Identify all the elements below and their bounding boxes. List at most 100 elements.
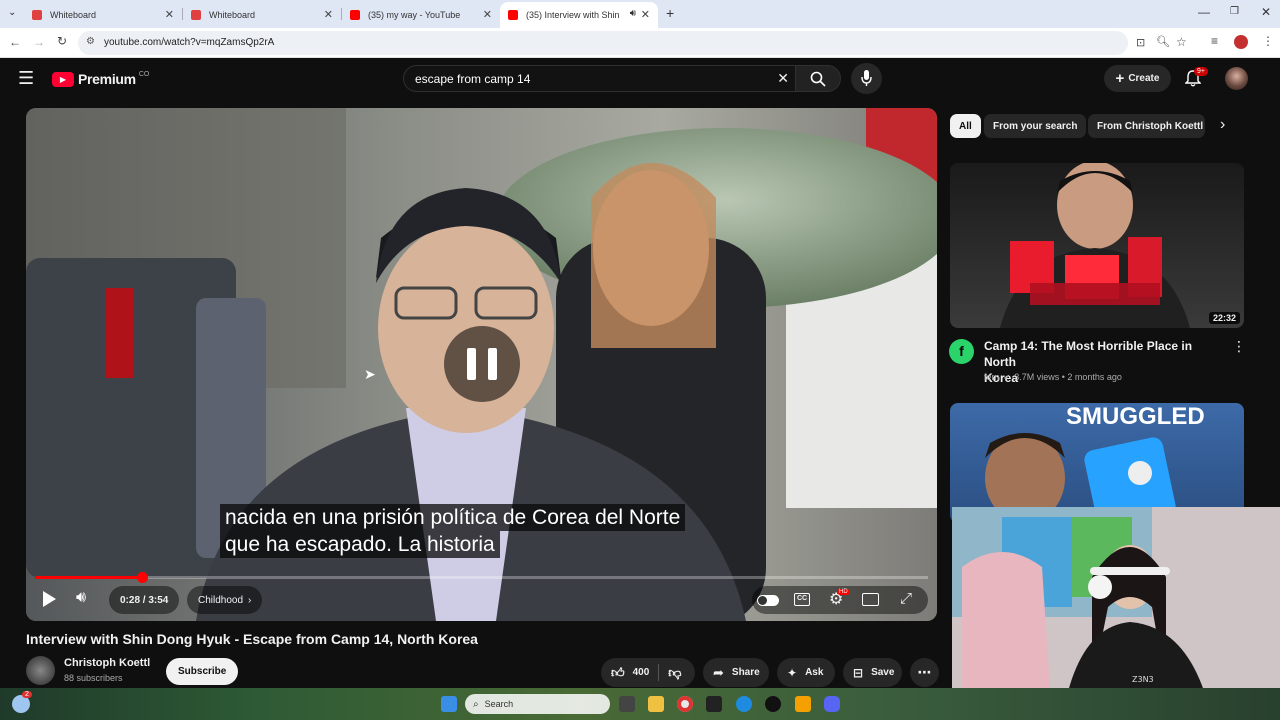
pause-overlay-button[interactable] <box>444 326 520 402</box>
account-avatar[interactable] <box>1225 67 1248 90</box>
dislike-icon[interactable]: 👎︎ <box>668 665 681 681</box>
app-icon-2[interactable] <box>795 696 811 712</box>
channel-avatar[interactable] <box>26 656 55 685</box>
fullscreen-icon[interactable]: ⤢ <box>900 590 912 607</box>
recommended-thumbnail[interactable]: 22:32 <box>950 163 1244 328</box>
duration-badge: 22:32 <box>1208 312 1240 324</box>
file-explorer-icon[interactable] <box>648 696 664 712</box>
chevron-right-icon: › <box>248 594 252 606</box>
youtube-premium-logo[interactable]: ▶ Premium CO <box>52 71 149 87</box>
notification-badge: 9+ <box>1194 67 1208 76</box>
save-label: Save <box>871 667 895 678</box>
thumbnail-image <box>985 433 1176 523</box>
taskbar-search[interactable]: ⌕ Search <box>465 694 610 714</box>
volume-icon[interactable]: 🔊︎ <box>76 589 86 607</box>
reload-icon[interactable]: ↻ <box>57 34 67 48</box>
obs-icon[interactable] <box>765 696 781 712</box>
subtitles-cc-icon[interactable]: CC <box>794 593 810 606</box>
taskbar-search-placeholder: Search <box>484 699 514 709</box>
restore-icon[interactable]: ❐ <box>1230 6 1239 17</box>
captions: nacida en una prisión política de Corea … <box>220 504 686 558</box>
save-button[interactable]: ⊟ Save <box>843 658 902 687</box>
app-icon[interactable] <box>706 696 722 712</box>
whiteboard-icon <box>191 10 201 20</box>
zoom-icon[interactable]: 🔍︎ <box>1156 35 1170 48</box>
forward-icon[interactable]: → <box>33 35 45 49</box>
voice-search-button[interactable] <box>851 63 882 94</box>
task-view-icon[interactable] <box>619 696 635 712</box>
subscriber-count: 88 subscribers <box>64 673 123 683</box>
edge-icon[interactable] <box>736 696 752 712</box>
chip-all[interactable]: All <box>950 114 981 138</box>
chips-next-icon[interactable]: › <box>1220 116 1225 134</box>
like-dislike-segment: 👍︎ 400 👎︎ <box>601 658 695 687</box>
back-icon[interactable]: ← <box>9 35 21 49</box>
url-text[interactable]: youtube.com/watch?v=mqZamsQp2rA <box>104 37 274 48</box>
tab-interview-youtube[interactable]: (35) Interview with Shin Do 🔊︎ ✕ <box>500 2 658 28</box>
microphone-icon <box>861 70 872 86</box>
chapter-button[interactable]: Childhood › <box>187 586 263 614</box>
hamburger-menu-icon[interactable]: ☰ <box>18 68 34 89</box>
svg-text:Z3N3: Z3N3 <box>1132 675 1154 684</box>
share-label: Share <box>731 667 760 678</box>
tab-my-way-youtube[interactable]: (35) my way - YouTube ✕ <box>342 2 500 28</box>
chrome-icon[interactable] <box>677 696 693 712</box>
address-bar[interactable]: ⚙ youtube.com/watch?v=mqZamsQp2rA ⊡ 🔍︎ ☆ <box>78 31 1187 55</box>
tab-list-chevron-icon[interactable]: ⌄ <box>8 7 16 18</box>
tab-close-icon[interactable]: ✕ <box>324 8 333 21</box>
pause-icon <box>467 348 476 380</box>
browser-menu-icon[interactable]: ⋮ <box>1262 34 1274 48</box>
tab-close-icon[interactable]: ✕ <box>165 8 174 21</box>
tab-close-icon[interactable]: ✕ <box>641 8 650 21</box>
tab-whiteboard-1[interactable]: Whiteboard ✕ <box>24 2 182 28</box>
tab-title: Whiteboard <box>50 10 97 20</box>
sparkle-icon: ✦ <box>787 665 798 680</box>
clear-search-icon[interactable]: ✕ <box>777 70 789 87</box>
like-icon[interactable]: 👍︎ <box>611 665 625 681</box>
youtube-icon <box>508 10 518 20</box>
save-playlist-icon: ⊟ <box>853 665 864 680</box>
channel-name[interactable]: Christoph Koettl <box>64 657 150 669</box>
speaker-icon[interactable]: 🔊︎ <box>630 8 636 19</box>
subscribe-button[interactable]: Subscribe <box>166 658 239 685</box>
autoplay-toggle[interactable] <box>757 595 779 606</box>
search-button[interactable] <box>795 65 841 92</box>
theater-mode-icon[interactable] <box>862 593 879 606</box>
recommended-meta: fern ✔ 3.7M views • 2 months ago <box>984 372 1122 382</box>
create-label: Create <box>1128 73 1160 84</box>
tab-close-icon[interactable]: ✕ <box>483 8 492 21</box>
search-query[interactable]: escape from camp 14 <box>415 72 530 86</box>
profile-avatar[interactable] <box>1234 35 1248 49</box>
share-button[interactable]: ➦ Share <box>703 658 769 687</box>
chapter-title: Childhood <box>198 594 244 606</box>
discord-icon[interactable] <box>824 696 840 712</box>
bookmark-star-icon[interactable]: ☆ <box>1176 35 1187 49</box>
notifications-button[interactable]: 9+ <box>1184 67 1208 92</box>
new-tab-icon[interactable]: + <box>666 5 674 21</box>
site-info-icon[interactable]: ⚙ <box>86 36 95 47</box>
progress-bar[interactable] <box>35 572 928 583</box>
window-close-icon[interactable]: ✕ <box>1261 5 1271 19</box>
recommended-menu-icon[interactable]: ⋮ <box>1232 338 1246 355</box>
more-actions-icon[interactable]: ⋯ <box>910 658 939 687</box>
windows-taskbar: 2 ⌕ Search <box>0 688 1280 720</box>
ask-label: Ask <box>805 667 824 678</box>
recommended-thumbnail[interactable]: SMUGGLED <box>950 403 1244 523</box>
media-control-icon[interactable]: ≡ <box>1211 34 1218 48</box>
channel-avatar-fern[interactable]: f <box>949 339 974 364</box>
chip-from-channel[interactable]: From Christoph Koettl <box>1088 114 1205 138</box>
create-button[interactable]: + Create <box>1104 65 1171 92</box>
minimize-icon[interactable]: — <box>1198 5 1210 19</box>
windows-start-icon[interactable] <box>441 696 457 712</box>
like-count[interactable]: 400 <box>633 667 650 678</box>
play-button[interactable] <box>41 590 57 608</box>
install-icon[interactable]: ⊡ <box>1136 36 1145 49</box>
ask-button[interactable]: ✦ Ask <box>777 658 835 687</box>
search-input[interactable]: escape from camp 14 ✕ <box>403 65 796 92</box>
video-player[interactable]: ➤ nacida en una prisión política de Core… <box>26 108 937 621</box>
chip-from-your-search[interactable]: From your search <box>984 114 1087 138</box>
progress-played <box>35 576 143 579</box>
recommended-channel[interactable]: fern <box>984 372 1000 382</box>
tab-whiteboard-2[interactable]: Whiteboard ✕ <box>183 2 341 28</box>
search-icon <box>810 71 826 87</box>
